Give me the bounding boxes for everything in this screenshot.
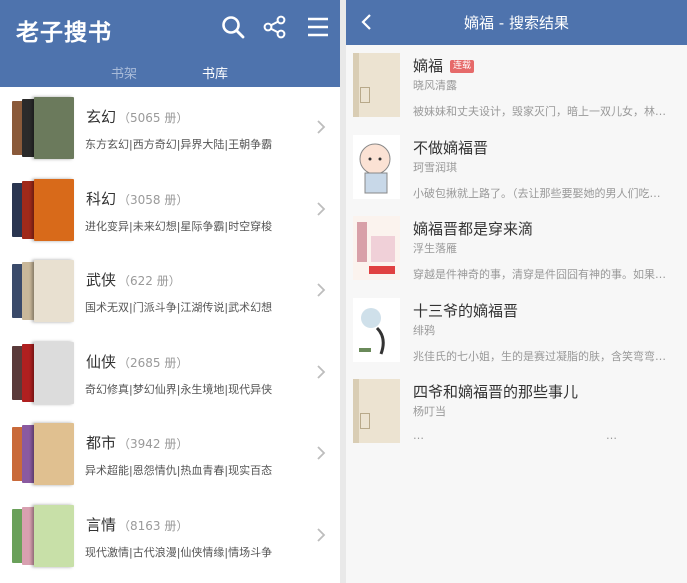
- book-author: 杨叮当: [413, 405, 446, 418]
- tab-bookshelf[interactable]: 书架: [111, 63, 137, 82]
- book-author: 浮生落雁: [413, 242, 457, 255]
- category-name: 科幻 （3058 册）: [86, 189, 189, 208]
- search-results-screen: 嫡福 - 搜索结果 嫡福 连载 晓风清露 被妹妹和丈夫设计，毁家灭门，暗上一双儿女…: [346, 0, 687, 583]
- results-header: 嫡福 - 搜索结果: [346, 0, 687, 45]
- category-cover-stack: [12, 504, 74, 567]
- book-description-ellipsis: …: [606, 429, 617, 442]
- book-author: 绯鸦: [413, 323, 435, 337]
- result-item[interactable]: 十三爷的嫡福晋 绯鸦 兆佳氏的七小姐，生的是赛过凝脂的肤，含笑弯弯…: [346, 290, 687, 372]
- category-cover-stack: [12, 341, 74, 404]
- result-item[interactable]: 嫡福晋都是穿来滴 浮生落雁 穿越是件神奇的事，清穿是件囧囧有神的事。如果…: [346, 208, 687, 290]
- book-description: …: [413, 429, 424, 442]
- book-cover: [353, 297, 400, 362]
- category-name: 武侠 （622 册）: [86, 271, 181, 289]
- book-cover: [353, 134, 400, 199]
- book-cover: [353, 53, 400, 117]
- category-tags: 国术无双|门派斗争|江湖传说|武术幻想: [85, 301, 273, 314]
- category-item[interactable]: 仙侠 （2685 册） 奇幻修真|梦幻仙界|永生境地|现代异侠: [0, 332, 340, 414]
- category-cover-stack: [12, 423, 74, 485]
- results-list: 嫡福 连载 晓风清露 被妹妹和丈夫设计，毁家灭门，暗上一双儿女，林… 不做嫡福晋 …: [346, 45, 687, 453]
- category-count: （2685 册）: [118, 355, 189, 370]
- search-icon[interactable]: [220, 14, 246, 40]
- chevron-right-icon: [316, 364, 326, 380]
- library-screen: 老子搜书 书架 书库 玄幻 （5065 册） 东方玄幻|西方奇幻|异界大陆|王朝…: [0, 0, 340, 583]
- book-author: 珂雪润琪: [413, 160, 457, 174]
- category-tags: 奇幻修真|梦幻仙界|永生境地|现代异侠: [85, 382, 273, 396]
- category-item[interactable]: 科幻 （3058 册） 进化变异|未来幻想|星际争霸|时空穿梭: [0, 169, 340, 251]
- book-title: 十三爷的嫡福晋: [413, 301, 519, 320]
- category-count: （622 册）: [118, 274, 181, 288]
- category-tags: 现代激情|古代浪漫|仙侠情缘|情场斗争: [85, 545, 273, 559]
- chevron-right-icon: [316, 201, 326, 217]
- category-list: 玄幻 （5065 册） 东方玄幻|西方奇幻|异界大陆|王朝争霸 科幻 （3058 册…: [0, 87, 340, 576]
- book-title: 不做嫡福晋: [413, 138, 489, 157]
- book-description: 被妹妹和丈夫设计，毁家灭门，暗上一双儿女，林…: [413, 105, 666, 118]
- category-name: 玄幻 （5065 册）: [86, 108, 189, 126]
- category-tags: 东方玄幻|西方奇幻|异界大陆|王朝争霸: [85, 138, 273, 151]
- menu-icon[interactable]: [305, 14, 331, 40]
- book-description: 兆佳氏的七小姐，生的是赛过凝脂的肤，含笑弯弯…: [413, 349, 666, 363]
- screenshot-stage: 老子搜书 书架 书库 玄幻 （5065 册） 东方玄幻|西方奇幻|异界大陆|王朝…: [0, 0, 687, 583]
- category-cover-stack: [12, 260, 74, 322]
- category-item[interactable]: 言情 （8163 册） 现代激情|古代浪漫|仙侠情缘|情场斗争: [0, 495, 340, 577]
- category-item[interactable]: 都市 （3942 册） 异术超能|恩怨情仇|热血青春|现实百态: [0, 413, 340, 495]
- share-icon[interactable]: [262, 14, 288, 40]
- chevron-right-icon: [316, 282, 326, 298]
- category-count: （8163 册）: [118, 518, 189, 533]
- category-item[interactable]: 玄幻 （5065 册） 东方玄幻|西方奇幻|异界大陆|王朝争霸: [0, 87, 340, 169]
- chevron-right-icon: [316, 445, 326, 461]
- category-tags: 进化变异|未来幻想|星际争霸|时空穿梭: [85, 219, 273, 233]
- category-name: 都市 （3942 册）: [86, 434, 189, 452]
- book-description: 穿越是件神奇的事，清穿是件囧囧有神的事。如果…: [413, 268, 666, 281]
- book-title: 嫡福 连载: [413, 55, 475, 76]
- results-title: 嫡福 - 搜索结果: [464, 14, 569, 32]
- category-tags: 异术超能|恩怨情仇|热血青春|现实百态: [85, 464, 273, 477]
- category-count: （3058 册）: [118, 192, 189, 207]
- tab-library[interactable]: 书库: [202, 63, 228, 82]
- category-name: 仙侠 （2685 册）: [86, 352, 189, 371]
- book-cover: [353, 379, 400, 443]
- chevron-right-icon: [316, 119, 326, 135]
- category-count: （5065 册）: [118, 111, 189, 125]
- category-cover-stack: [12, 178, 74, 241]
- result-item[interactable]: 四爷和嫡福晋的那些事儿 杨叮当 … …: [346, 371, 687, 453]
- category-name: 言情 （8163 册）: [86, 515, 189, 534]
- status-badge: 连载: [450, 60, 475, 73]
- category-count: （3942 册）: [118, 437, 189, 451]
- result-item[interactable]: 嫡福 连载 晓风清露 被妹妹和丈夫设计，毁家灭门，暗上一双儿女，林…: [346, 45, 687, 127]
- category-cover-stack: [12, 97, 74, 159]
- category-item[interactable]: 武侠 （622 册） 国术无双|门派斗争|江湖传说|武术幻想: [0, 250, 340, 332]
- tab-bar: 书架 书库: [0, 56, 340, 87]
- book-title: 嫡福晋都是穿来滴: [413, 220, 534, 238]
- app-header: 老子搜书 书架 书库: [0, 0, 340, 87]
- book-author: 晓风清露: [413, 79, 457, 92]
- book-title: 四爷和嫡福晋的那些事儿: [413, 383, 579, 401]
- app-logo: 老子搜书: [16, 20, 112, 46]
- chevron-right-icon: [316, 527, 326, 543]
- book-description: 小破包揪就上路了。（去让那些要娶她的男人们吃…: [413, 186, 661, 200]
- result-item[interactable]: 不做嫡福晋 珂雪润琪 小破包揪就上路了。（去让那些要娶她的男人们吃…: [346, 127, 687, 209]
- book-cover: [353, 216, 400, 280]
